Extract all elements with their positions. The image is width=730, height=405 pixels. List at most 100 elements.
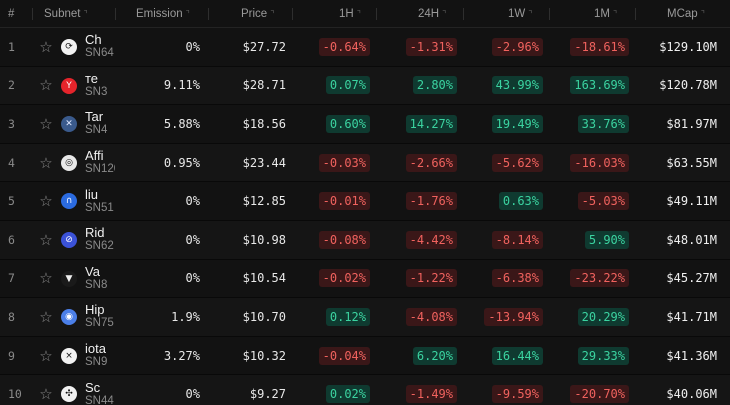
favorite-star-icon[interactable]: ☆ — [38, 337, 54, 375]
subnet-name-cell[interactable]: Sc SN44 — [85, 375, 115, 405]
subnet-name-cell[interactable]: те SN3 — [85, 67, 115, 105]
change-1w: 0.63% — [498, 192, 543, 211]
change-1h: -0.04% — [318, 346, 370, 365]
change-24h: 6.20% — [412, 346, 457, 365]
favorite-star-icon[interactable]: ☆ — [38, 105, 54, 143]
change-1h: 0.02% — [325, 385, 370, 404]
header-24h-label: 24H — [418, 8, 440, 20]
change-cell: -1.76% — [405, 182, 457, 220]
header-divider — [292, 8, 293, 20]
change-cell: 14.27% — [405, 105, 457, 143]
table-row[interactable]: 9 ☆ × iota SN9 3.27% $10.32 -0.04% 6.20% 16.44% 29… — [0, 336, 730, 376]
subnet-name-cell[interactable]: Rid SN62 — [85, 221, 115, 259]
favorite-star-icon[interactable]: ☆ — [38, 67, 54, 105]
sort-icon[interactable]: ⌝ — [528, 9, 532, 19]
emission-value: 0% — [185, 232, 200, 247]
header-subnet[interactable]: Subnet ⌝ — [44, 8, 88, 20]
rank: 10 — [8, 387, 22, 402]
table-row[interactable]: 1 ☆ ⟳ Ch SN64 0% $27.72 -0.64% -1.31% -2.96% -18.6… — [0, 28, 730, 67]
subnet-name-cell[interactable]: Hip SN75 — [85, 298, 115, 336]
header-emission[interactable]: Emission ⌝ — [136, 8, 190, 20]
subnet-name-cell[interactable]: AffiSN120 — [85, 144, 115, 182]
change-cell: 6.20% — [412, 337, 457, 375]
subnet-id: SN75 — [85, 317, 114, 330]
change-1h: -0.64% — [318, 37, 370, 56]
price-value: $10.98 — [242, 232, 286, 247]
sort-icon[interactable]: ⌝ — [186, 9, 190, 19]
table-row[interactable]: 5 ☆ ∩ liu SN51 0% $12.85 -0.01% -1.76% 0.63% -5.03… — [0, 182, 730, 221]
subnet-name: Hip — [85, 302, 105, 318]
subnet-id: SN9 — [85, 356, 108, 369]
favorite-star-icon[interactable]: ☆ — [38, 144, 54, 182]
favorite-star-icon[interactable]: ☆ — [38, 28, 54, 66]
header-price[interactable]: Price ⌝ — [241, 8, 274, 20]
favorite-star-icon[interactable]: ☆ — [38, 260, 54, 298]
change-1m: 33.76% — [577, 114, 629, 133]
change-24h: -1.31% — [405, 37, 457, 56]
change-cell: 5.90% — [584, 221, 629, 259]
change-1m: -5.03% — [577, 192, 629, 211]
header-1w[interactable]: 1W ⌝ — [508, 8, 532, 20]
sort-icon[interactable]: ⌝ — [613, 9, 617, 19]
emission-value: 5.88% — [163, 116, 200, 131]
change-cell: -1.49% — [405, 375, 457, 405]
subnet-id: SN62 — [85, 240, 114, 253]
sort-icon[interactable]: ⌝ — [270, 9, 274, 19]
table-row[interactable]: 3 ☆ ✕ Tar SN4 5.88% $18.56 0.60% 14.27% 19.49% 33.… — [0, 105, 730, 144]
change-cell: -5.03% — [577, 182, 629, 220]
change-cell: -0.01% — [318, 182, 370, 220]
rank: 3 — [8, 116, 15, 131]
header-divider — [115, 8, 116, 20]
subnet-id: SN64 — [85, 47, 114, 60]
favorite-star-icon[interactable]: ☆ — [38, 182, 54, 220]
change-1h: 0.07% — [325, 76, 370, 95]
favorite-star-icon[interactable]: ☆ — [38, 298, 54, 336]
subnet-name: Rid — [85, 225, 105, 241]
subnet-name-cell[interactable]: iota SN9 — [85, 337, 115, 375]
subnet-name: Sc — [85, 379, 101, 395]
emission-value: 0% — [185, 194, 200, 209]
change-1h: -0.01% — [318, 192, 370, 211]
change-cell: -13.94% — [484, 298, 543, 336]
table-row[interactable]: 10 ☆ ✣ Sc SN44 0% $9.27 0.02% -1.49% -9.59% -20.70… — [0, 375, 730, 405]
change-1w: -2.96% — [491, 37, 543, 56]
subnet-name-cell[interactable]: liu SN51 — [85, 182, 115, 220]
change-cell: -1.22% — [405, 260, 457, 298]
header-1h-label: 1H — [339, 8, 354, 20]
change-1w: 43.99% — [491, 76, 543, 95]
favorite-star-icon[interactable]: ☆ — [38, 375, 54, 405]
subnet-name-cell[interactable]: Va SN8 — [85, 260, 115, 298]
table-row[interactable]: 4 ☆ ◎ AffiSN120 0.95% $23.44 -0.03% -2.66% -5.62… — [0, 143, 730, 183]
change-cell: 16.44% — [491, 337, 543, 375]
subnet-name-cell[interactable]: Tar SN4 — [85, 105, 115, 143]
favorite-star-icon[interactable]: ☆ — [38, 221, 54, 259]
price-value: $18.56 — [242, 116, 286, 131]
header-1h[interactable]: 1H ⌝ — [339, 8, 361, 20]
change-cell: -23.22% — [570, 260, 629, 298]
market-cap-value: $129.10M — [659, 39, 717, 54]
table-row[interactable]: 8 ☆ ◉ Hip SN75 1.9% $10.70 0.12% -4.08% -13.94% 20… — [0, 298, 730, 337]
change-cell: -1.31% — [405, 28, 457, 66]
ridges-icon: ⊘ — [61, 231, 77, 248]
header-mcap[interactable]: MCap ⌝ — [667, 8, 705, 20]
header-1m[interactable]: 1M ⌝ — [594, 8, 617, 20]
header-24h[interactable]: 24H ⌝ — [418, 8, 446, 20]
table-row[interactable]: 7 ☆ ▼ Va SN8 0% $10.54 -0.02% -1.22% -6.38% -23.22… — [0, 259, 730, 299]
table-body: 1 ☆ ⟳ Ch SN64 0% $27.72 -0.64% -1.31% -2.96% -18.6… — [0, 28, 730, 405]
rank: 8 — [8, 309, 15, 324]
market-cap-value: $81.97M — [666, 116, 717, 131]
sort-icon[interactable]: ⌝ — [442, 9, 446, 19]
subnet-name: iota — [85, 341, 106, 357]
table-row[interactable]: 2 ☆ Yте SN3 9.11% $28.71 0.07% 2.80% 43.99% 163.6… — [0, 66, 730, 106]
rank: 5 — [8, 194, 15, 209]
market-cap-value: $40.06M — [666, 387, 717, 402]
sort-icon[interactable]: ⌝ — [357, 9, 361, 19]
table-row[interactable]: 6 ☆ ⊘ Rid SN62 0% $10.98 -0.08% -4.42% -8.14% 5.90… — [0, 220, 730, 260]
subnet-name-cell[interactable]: Ch SN64 — [85, 28, 115, 66]
sort-icon[interactable]: ⌝ — [701, 9, 705, 19]
header-divider — [463, 8, 464, 20]
lium-icon: ∩ — [61, 193, 77, 210]
sort-icon[interactable]: ⌝ — [83, 9, 87, 19]
change-1m: -23.22% — [570, 269, 629, 288]
change-24h: -1.76% — [405, 192, 457, 211]
